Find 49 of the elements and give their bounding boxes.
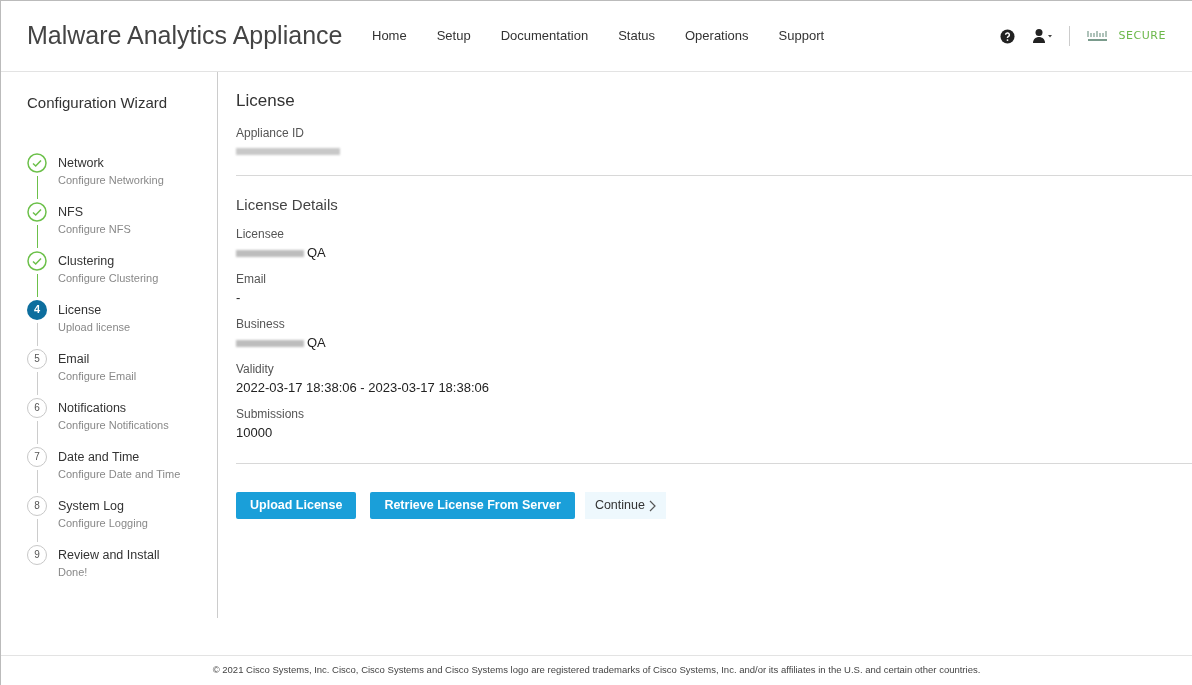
step-number: 4: [27, 299, 47, 320]
step-title[interactable]: Clustering: [58, 250, 159, 271]
nav-link[interactable]: Home: [372, 26, 407, 46]
step-subtitle: Configure Notifications: [58, 417, 169, 432]
step-subtitle: Done!: [58, 564, 89, 579]
step-title[interactable]: Review and Install: [58, 544, 160, 565]
check-circle-icon: [27, 201, 47, 222]
brand-text: SECURE: [1118, 27, 1166, 44]
step-subtitle: Configure Logging: [58, 515, 148, 530]
nav-link[interactable]: Support: [778, 26, 825, 46]
nav-link[interactable]: Setup: [436, 26, 471, 46]
field-label: Business: [236, 317, 286, 331]
check-circle-icon: [27, 152, 47, 173]
sidebar-title: Configuration Wizard: [27, 93, 169, 113]
step-title[interactable]: License: [58, 299, 131, 320]
section-title: License Details: [236, 194, 339, 215]
app-title: Malware Analytics Appliance: [27, 20, 344, 52]
step-title[interactable]: NFS: [58, 201, 131, 222]
nav-link[interactable]: Operations: [685, 26, 749, 46]
step-title[interactable]: Network: [58, 152, 164, 173]
step-subtitle: Configure Networking: [58, 172, 164, 187]
field-label: Submissions: [236, 407, 306, 421]
nav-link[interactable]: Documentation: [500, 26, 589, 46]
step-subtitle: Configure Date and Time: [58, 466, 181, 481]
field-label: Email: [236, 272, 267, 286]
field-label: Appliance ID: [236, 124, 306, 142]
field-value: QA: [307, 244, 326, 263]
copyright-text: © 2021 Cisco Systems, Inc. Cisco, Cisco Systems and Cisco Systems logo are registered trademarks of Cisco Systems, Inc. and/or its affiliates in the U.S. and certain other countries.: [212, 663, 981, 678]
step-title[interactable]: Date and Time: [58, 446, 181, 467]
field-value: 2022-03-17 18:38:06 - 2023-03-17 18:38:06: [236, 379, 489, 398]
step-title[interactable]: Notifications: [58, 397, 169, 418]
nav-link[interactable]: Status: [618, 26, 655, 46]
help-icon[interactable]: [1000, 28, 1016, 44]
step-subtitle: Configure NFS: [58, 221, 131, 236]
step-title[interactable]: Email: [58, 348, 137, 369]
field-value: QA: [307, 334, 326, 353]
step-subtitle: Configure Email: [58, 368, 137, 383]
field-label: Validity: [236, 362, 275, 376]
user-menu-icon[interactable]: [1031, 28, 1054, 44]
step-subtitle: Upload license: [58, 319, 131, 334]
field-value: 10000: [236, 424, 273, 443]
continue-button[interactable]: Continue: [584, 492, 666, 519]
check-circle-icon: [27, 250, 47, 271]
chevron-right-icon: [648, 499, 656, 512]
field-label: Licensee: [236, 227, 286, 241]
page-title: License: [236, 90, 296, 112]
step-subtitle: Configure Clustering: [58, 270, 159, 285]
field-value: -: [236, 289, 241, 308]
step-title[interactable]: System Log: [58, 495, 148, 516]
